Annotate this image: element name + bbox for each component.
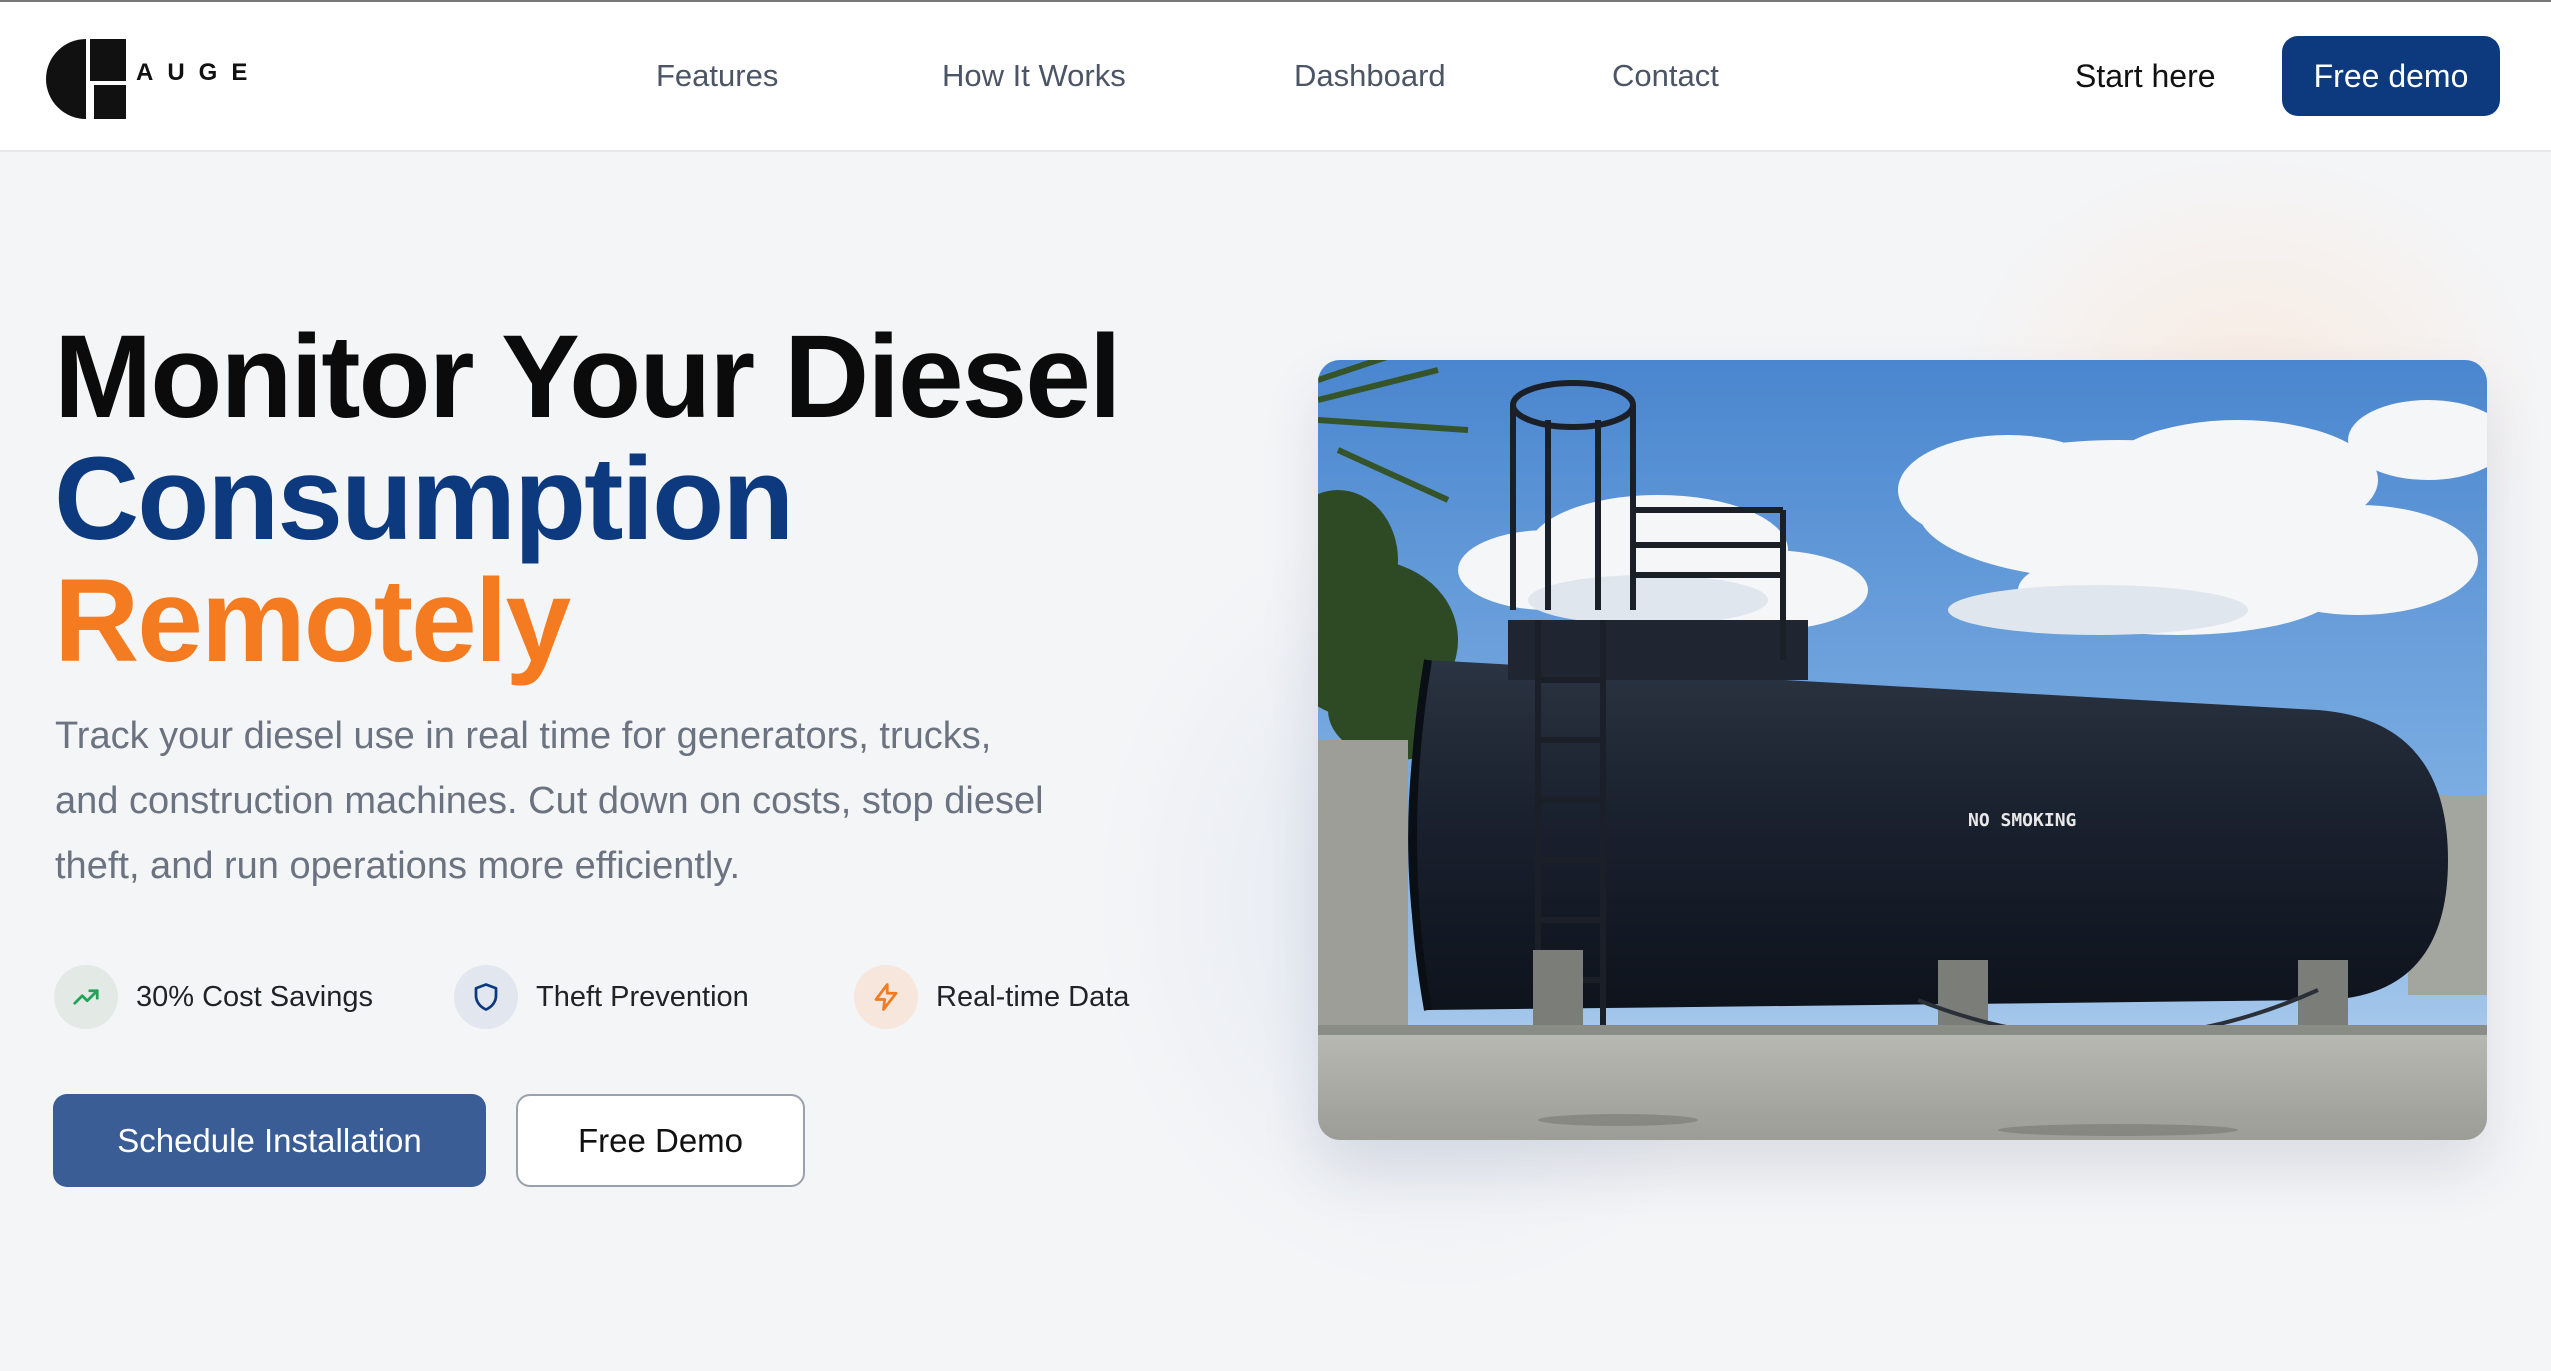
- nav-features[interactable]: Features: [656, 58, 778, 94]
- headline-line-3: Remotely: [54, 555, 571, 687]
- free-demo-header-button[interactable]: Free demo: [2282, 36, 2500, 116]
- hero-headline: Monitor Your Diesel Consumption Remotely: [54, 311, 1122, 687]
- headline-line-1: Monitor Your Diesel: [54, 311, 1122, 443]
- feature-theft-prevention: Theft Prevention: [454, 965, 749, 1029]
- feature-label: Real-time Data: [936, 980, 1130, 1013]
- feature-label: 30% Cost Savings: [136, 980, 373, 1013]
- trending-up-icon: [54, 965, 118, 1029]
- hero-description: Track your diesel use in real time for g…: [55, 715, 1044, 887]
- diesel-tank-illustration: NO SMOKING: [1318, 360, 2487, 1140]
- nav-dashboard[interactable]: Dashboard: [1294, 58, 1446, 94]
- site-header: AUGE Features How It Works Dashboard Con…: [0, 2, 2551, 152]
- nav-contact[interactable]: Contact: [1612, 58, 1719, 94]
- nav-how-it-works[interactable]: How It Works: [942, 58, 1126, 94]
- hero-image-diesel-tank: NO SMOKING: [1318, 360, 2487, 1140]
- lightning-icon: [854, 965, 918, 1029]
- shield-icon: [454, 965, 518, 1029]
- logo-text: AUGE: [136, 59, 262, 86]
- feature-real-time-data: Real-time Data: [854, 965, 1129, 1029]
- feature-cost-savings: 30% Cost Savings: [54, 965, 373, 1029]
- logo-mark-icon: [46, 39, 126, 119]
- start-here-link[interactable]: Start here: [2075, 58, 2216, 95]
- schedule-installation-button[interactable]: Schedule Installation: [53, 1094, 486, 1187]
- feature-label: Theft Prevention: [536, 980, 749, 1013]
- tank-text: NO SMOKING: [1968, 810, 2076, 831]
- free-demo-button[interactable]: Free Demo: [516, 1094, 805, 1187]
- logo[interactable]: AUGE: [44, 37, 264, 121]
- headline-line-2: Consumption: [54, 433, 794, 565]
